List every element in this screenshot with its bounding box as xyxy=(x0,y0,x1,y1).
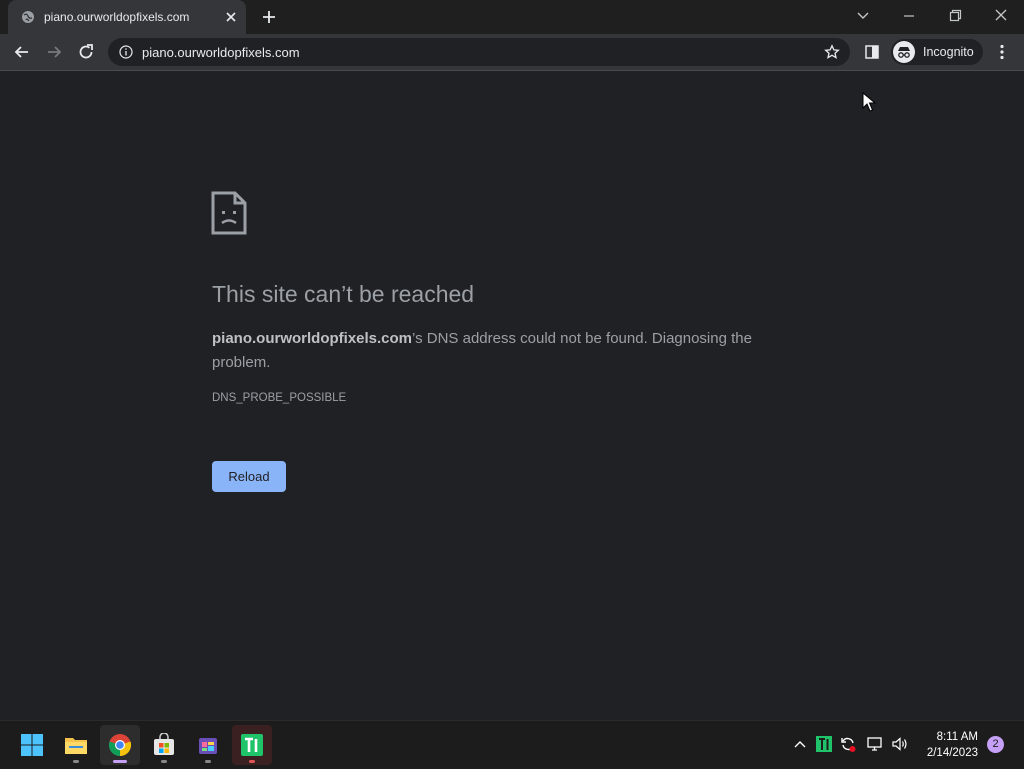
sad-page-icon xyxy=(211,191,247,235)
tab-title: piano.ourworldopfixels.com xyxy=(44,10,190,24)
file-explorer-icon xyxy=(65,738,87,754)
error-code: DNS_PROBE_POSSIBLE xyxy=(212,392,347,404)
error-title: This site can’t be reached xyxy=(212,281,475,307)
error-message: piano.ourworldopfixels.com’s DNS address… xyxy=(212,327,772,375)
start-icon xyxy=(21,734,43,756)
incognito-label: Incognito xyxy=(923,45,974,59)
reload-button[interactable]: Reload xyxy=(212,461,286,492)
page-content: This site can’t be reached piano.ourworl… xyxy=(0,71,1024,720)
taskbar-chrome[interactable] xyxy=(100,725,140,765)
incognito-profile-button[interactable]: Incognito xyxy=(891,39,983,65)
microsoft-store-icon xyxy=(154,733,174,755)
menu-kebab-icon[interactable] xyxy=(995,43,1009,61)
volume-icon[interactable] xyxy=(891,735,909,753)
info-icon[interactable] xyxy=(119,45,133,59)
terminal-icon xyxy=(241,734,263,756)
notification-badge[interactable]: 2 xyxy=(987,736,1004,753)
close-tab-icon[interactable] xyxy=(224,10,238,24)
globe-icon xyxy=(22,11,34,23)
active-indicator xyxy=(113,760,127,763)
app-icon xyxy=(199,738,217,754)
incognito-icon xyxy=(893,41,915,63)
chevron-up-icon[interactable] xyxy=(791,735,809,753)
taskbar-file-explorer[interactable] xyxy=(56,725,96,765)
clock-time: 8:11 AM xyxy=(936,731,978,743)
terminal-tray-icon[interactable] xyxy=(815,735,833,753)
running-indicator xyxy=(249,760,255,763)
sync-icon[interactable] xyxy=(839,735,857,753)
restore-icon[interactable] xyxy=(944,6,966,26)
forward-icon[interactable] xyxy=(44,42,64,62)
bookmark-star-icon[interactable] xyxy=(824,44,840,60)
side-panel-icon[interactable] xyxy=(864,44,880,60)
network-icon[interactable] xyxy=(866,735,884,753)
running-indicator xyxy=(205,760,211,763)
taskbar-terminal[interactable] xyxy=(232,725,272,765)
running-indicator xyxy=(161,760,167,763)
reload-icon[interactable] xyxy=(76,42,96,62)
address-bar[interactable]: piano.ourworldopfixels.com xyxy=(108,38,850,66)
running-indicator xyxy=(73,760,79,763)
tab-search-icon[interactable] xyxy=(852,6,874,26)
back-icon[interactable] xyxy=(12,42,32,62)
system-clock[interactable]: 8:11 AM 2/14/2023 xyxy=(916,729,978,761)
start-button[interactable] xyxy=(12,725,52,765)
browser-toolbar: piano.ourworldopfixels.com Incognito xyxy=(0,34,1024,71)
minimize-icon[interactable] xyxy=(898,6,920,26)
browser-tab[interactable]: piano.ourworldopfixels.com xyxy=(8,0,246,34)
taskbar-microsoft-store[interactable] xyxy=(144,725,184,765)
clock-date: 2/14/2023 xyxy=(926,747,978,759)
url-text: piano.ourworldopfixels.com xyxy=(142,45,300,60)
taskbar-app[interactable] xyxy=(188,725,228,765)
chrome-icon xyxy=(108,734,132,757)
tab-strip: piano.ourworldopfixels.com xyxy=(0,0,1024,34)
taskbar: 8:11 AM 2/14/2023 2 xyxy=(0,720,1024,769)
mouse-cursor-icon xyxy=(862,92,876,112)
error-host: piano.ourworldopfixels.com xyxy=(212,330,413,347)
new-tab-icon[interactable] xyxy=(260,8,278,26)
window-close-icon[interactable] xyxy=(990,6,1012,26)
